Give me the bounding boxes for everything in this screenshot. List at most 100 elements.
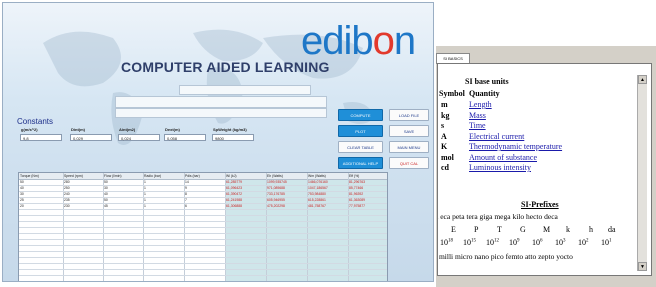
constant-field[interactable]: 0,058 [164,134,206,141]
table-header-row: Torque (Nm) Speed (rpm) Flow (l/min) Rad… [19,173,387,180]
table-cell[interactable]: 1047,186567 [307,186,328,191]
prefix-power: 106 [532,238,543,247]
table-cell[interactable]: 230 [63,204,70,209]
unit-quantity-link[interactable]: Time [469,121,486,130]
unit-quantity-link[interactable]: Length [469,100,492,109]
table-cell[interactable]: 280 [63,180,70,185]
table-cell[interactable]: 25 [19,198,24,203]
table-cell[interactable]: 235 [63,198,70,203]
save-button[interactable]: SAVE [389,125,429,137]
power-base: 10 [509,238,517,247]
table-cell[interactable]: 605,946955 [266,198,285,203]
table-cell[interactable]: 1 [143,180,146,185]
table-cell[interactable]: 50 [103,180,108,185]
power-exponent: 15 [471,238,476,244]
table-cell[interactable]: 61,363089 [348,198,365,203]
quit-button[interactable]: QUIT CAL [389,157,429,169]
main-menu-button[interactable]: MAIN MENU [389,141,429,153]
table-cell[interactable]: 1 [143,204,146,209]
load-file-button[interactable]: LOAD FILE [389,109,429,121]
unit-symbol: cd [441,163,449,172]
table-cell[interactable]: 481,758767 [307,204,326,209]
compute-button[interactable]: COMPUTE [338,109,383,121]
table-row-divider [19,239,387,240]
constants-title: Constants [17,117,54,126]
table-cell[interactable]: 1466,076160 [307,180,328,185]
table-cell[interactable]: 20 [19,204,24,209]
unit-quantity-link[interactable]: Thermodynamic temperature [469,142,562,151]
constant-field[interactable]: 9,8 [20,134,62,141]
table-cell[interactable]: 7 [184,198,187,203]
additional-help-button[interactable]: ADDITIONAL HELP [338,157,383,169]
table-cell[interactable]: 733,176785 [266,192,285,197]
table-header: Pdis (bar) [185,174,200,178]
table-cell[interactable]: 81,96392 [348,192,363,197]
table-cell[interactable]: 30 [19,192,24,197]
vertical-scrollbar[interactable]: ▲ ▼ [637,75,647,271]
table-cell[interactable]: 50 [103,198,108,203]
table-cell[interactable]: 61,285779 [225,180,242,185]
table-cell[interactable]: 61,241988 [225,198,242,203]
table-cell[interactable]: 240 [63,192,70,197]
table-cell[interactable]: 61,306888 [225,204,242,209]
unit-symbol: K [441,142,448,151]
table-cell[interactable]: 615,228861 [307,198,326,203]
scroll-up-arrow[interactable]: ▲ [638,75,647,84]
unit-quantity-link[interactable]: Electrical current [469,132,524,141]
page-title: COMPUTER AIDED LEARNING [121,59,330,75]
table-cell[interactable]: 971,089688 [266,186,285,191]
power-base: 10 [486,238,494,247]
prefix-names: a eca peta tera giga mega kilo hecto dec… [437,212,558,221]
prefix-power: 1015 [463,238,476,247]
power-base: 10 [532,238,540,247]
power-exponent: 9 [517,238,520,244]
table-cell[interactable]: 81,296763 [348,180,365,185]
prefix-symbol: da [608,225,616,234]
table-cell[interactable]: 77,975877 [348,204,365,209]
scroll-down-arrow[interactable]: ▼ [638,262,647,271]
table-row-divider [19,203,387,204]
prefix-power: 103 [555,238,566,247]
unit-quantity-link[interactable]: Luminous intensity [469,163,531,172]
power-exponent: 12 [494,238,499,244]
clear-table-button[interactable]: CLEAR TABLE [338,141,383,153]
table-cell[interactable]: 61,390472 [225,192,242,197]
power-base: 10 [578,238,586,247]
table-cell[interactable]: 1099,935745 [266,180,287,185]
table-cell[interactable]: 45 [103,204,108,209]
table-cell[interactable]: 85,77466 [348,186,363,191]
table-cell[interactable]: 475,202298 [266,204,285,209]
prefix-symbol: E [451,225,456,234]
table-cell[interactable]: 250 [63,186,70,191]
table-cell[interactable]: 6 [184,204,187,209]
table-cell[interactable]: 50 [19,180,24,185]
unit-quantity-link[interactable]: Mass [469,111,486,120]
si-base-units-heading: SI base units [465,77,509,86]
table-row-divider [19,191,387,192]
table-cell[interactable]: 1 [143,192,146,197]
constant-field[interactable]: 9800 [212,134,254,141]
data-table[interactable]: Torque (Nm) Speed (rpm) Flow (l/min) Rad… [18,172,388,281]
table-header: Speed (rpm) [64,174,83,178]
table-cell[interactable]: 1 [143,198,146,203]
table-cell[interactable]: 40 [103,192,108,197]
constant-label: SpWeight (kg/m3) [213,127,247,132]
si-prefixes-heading: SI-Prefixes [521,200,559,209]
unit-symbol: s [441,121,445,130]
table-cell[interactable]: 8 [184,192,187,197]
header-bar-middle [115,96,327,108]
table-cell[interactable]: 753,984880 [307,192,326,197]
constant-field[interactable]: 0,024 [118,134,160,141]
table-cell[interactable]: 61,096423 [225,186,242,191]
table-cell[interactable]: 1 [143,186,146,191]
constant-field[interactable]: 0,029 [70,134,112,141]
table-row-divider [19,269,387,270]
unit-quantity-link[interactable]: Amount of substance [469,153,537,162]
table-cell[interactable]: 40 [19,186,24,191]
table-cell[interactable]: 30 [103,186,108,191]
constant-label: g(m/s^2) [21,127,38,132]
table-cell[interactable]: 9 [184,186,187,191]
plot-button[interactable]: PLOT [338,125,383,137]
header-bar-bottom [115,108,327,118]
table-cell[interactable]: 14 [184,180,189,185]
